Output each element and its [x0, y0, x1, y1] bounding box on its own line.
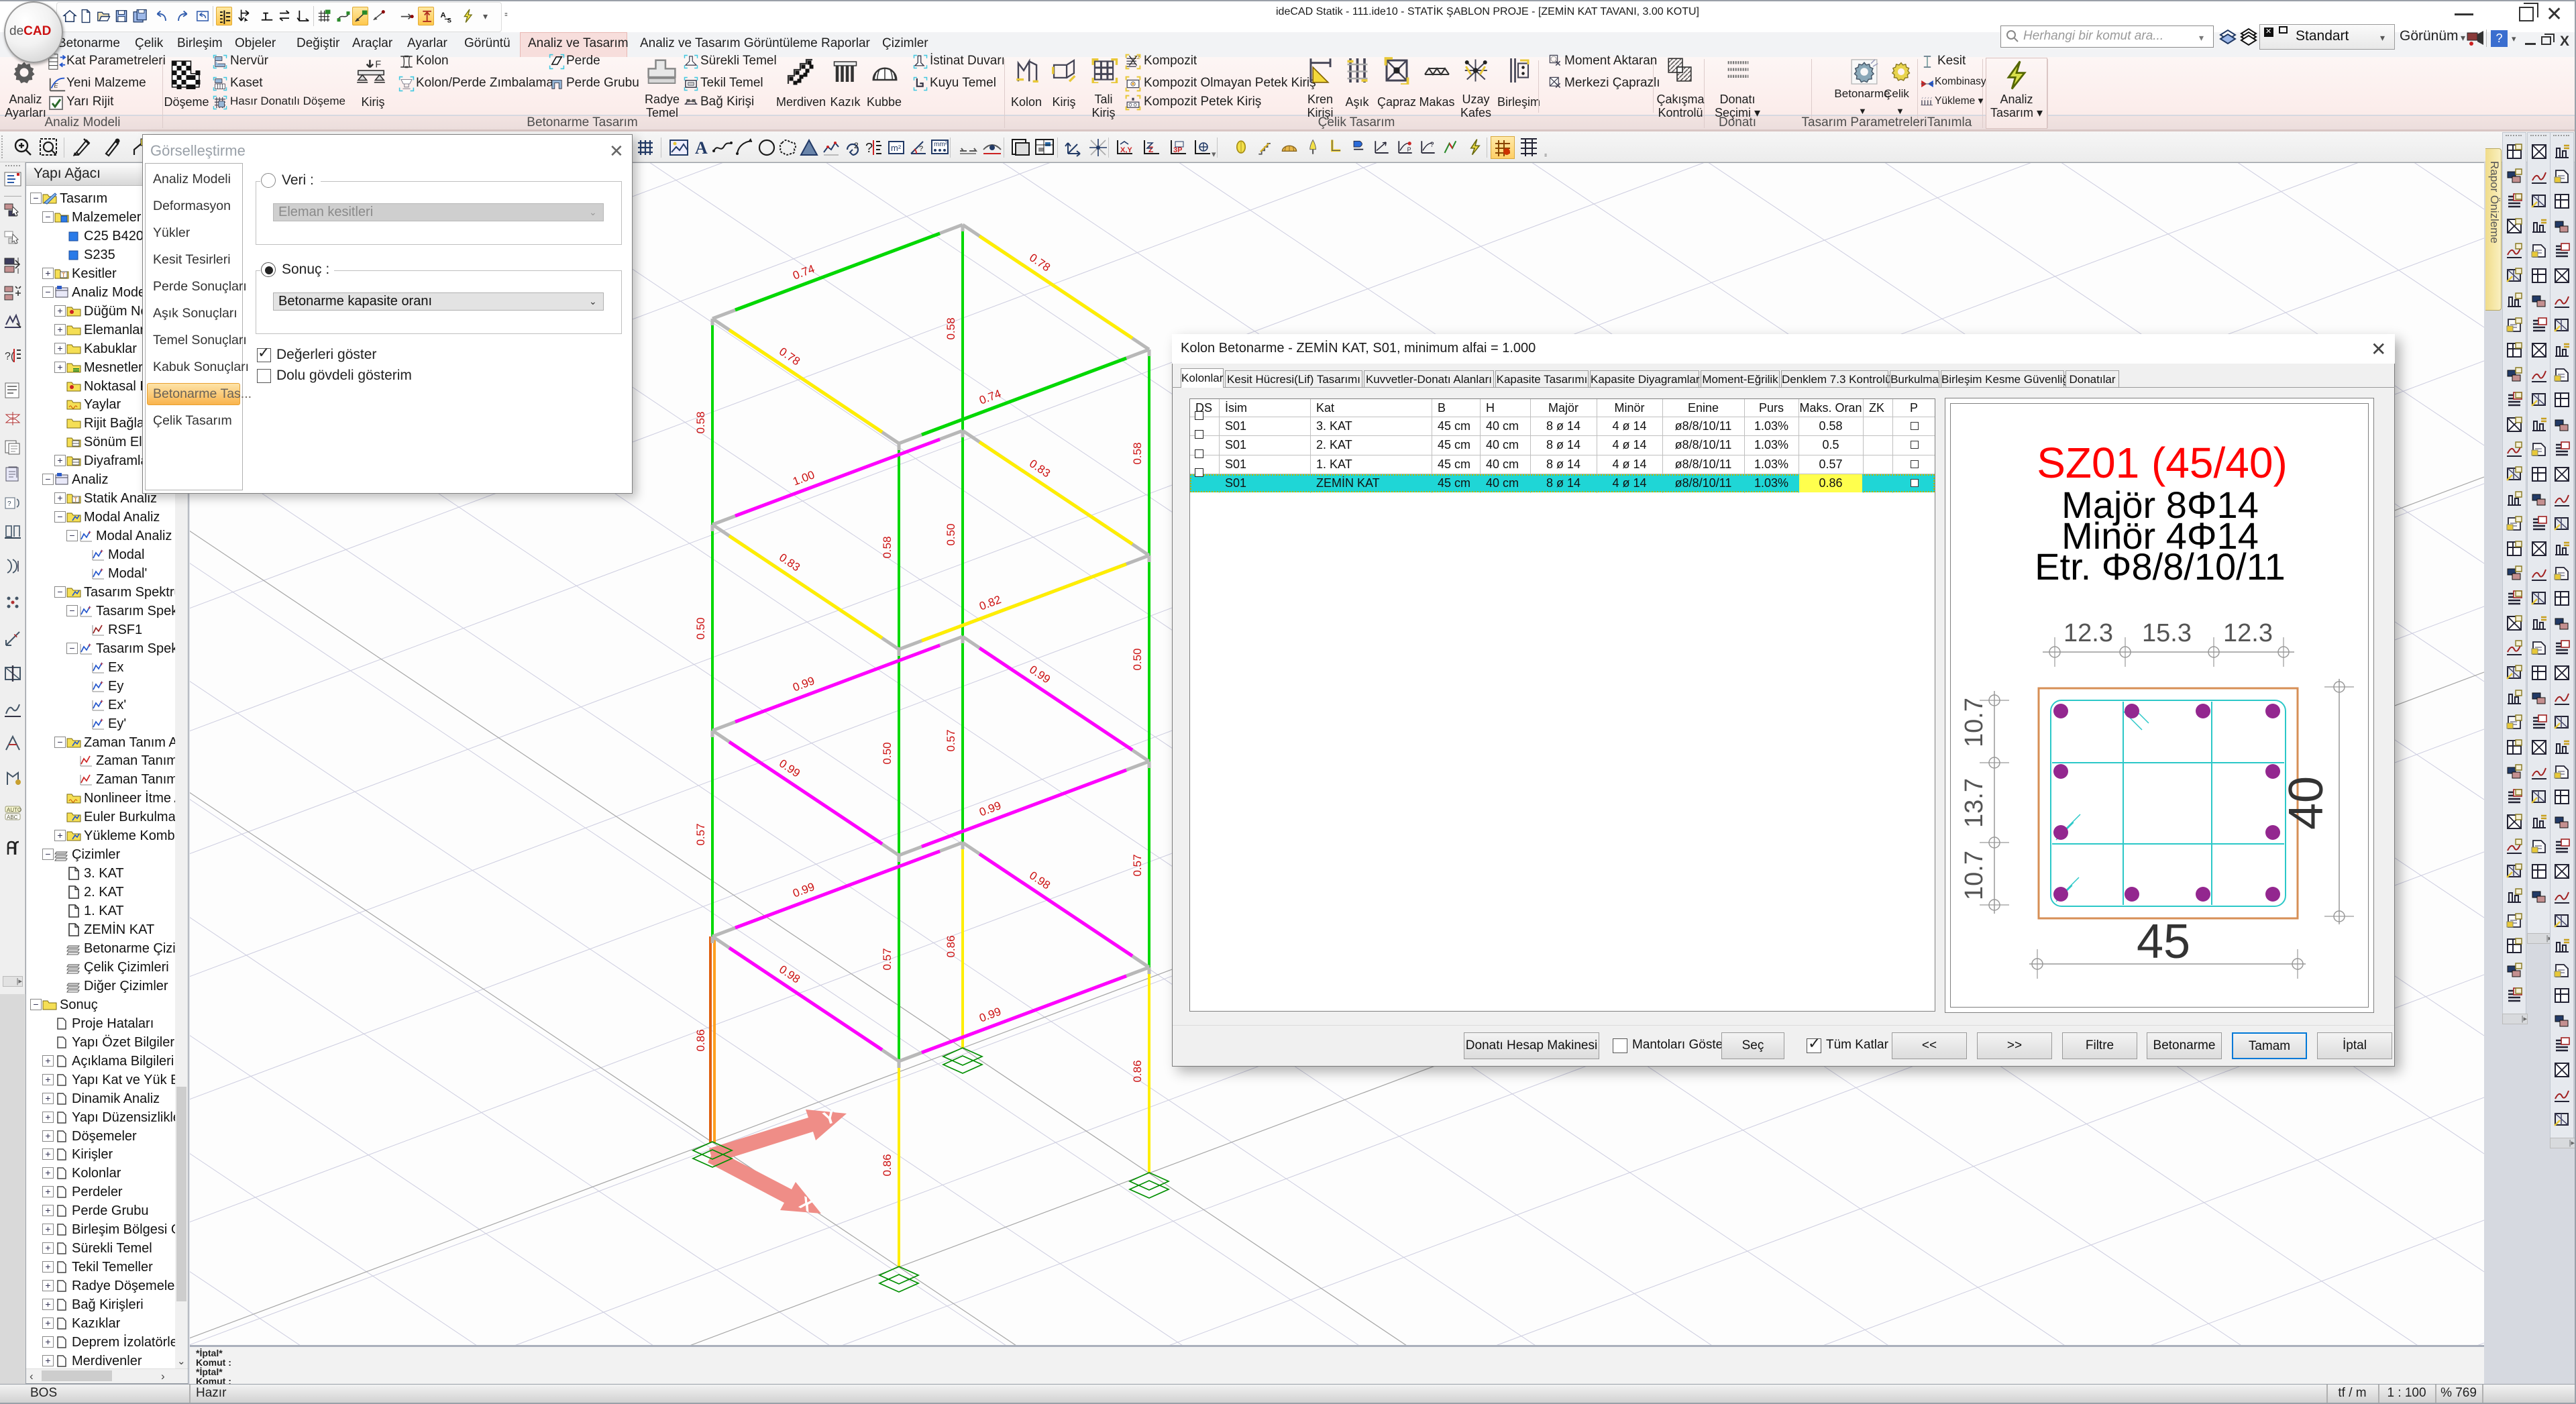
svg-text:m²: m² — [891, 143, 902, 153]
svg-text:+: + — [88, 604, 91, 611]
svg-text:0.86: 0.86 — [694, 1029, 707, 1051]
svg-text:12.3: 12.3 — [2223, 619, 2273, 647]
svg-text:3P: 3P — [1173, 146, 1182, 154]
svg-text:2: 2 — [854, 141, 859, 150]
svg-text:+: + — [88, 529, 91, 536]
svg-text:0.50: 0.50 — [881, 742, 894, 764]
svg-text:0.50: 0.50 — [694, 617, 707, 639]
svg-text:0.57: 0.57 — [945, 729, 957, 751]
svg-text:0.99: 0.99 — [977, 1005, 1003, 1024]
svg-text:0.58: 0.58 — [694, 411, 707, 433]
svg-text:ABC: ABC — [7, 814, 18, 820]
svg-text:0.86: 0.86 — [881, 1154, 894, 1176]
svg-text:+: + — [100, 680, 103, 686]
svg-text:10.7: 10.7 — [1960, 851, 1988, 900]
svg-text:0.50: 0.50 — [1131, 648, 1144, 670]
svg-text:mm²: mm² — [934, 141, 948, 148]
svg-text:+: + — [100, 717, 103, 724]
svg-text:P: P — [1407, 146, 1411, 153]
svg-text:E: E — [54, 83, 58, 89]
svg-text:+: + — [100, 661, 103, 667]
svg-text:0.58: 0.58 — [1131, 442, 1144, 464]
svg-text:S: S — [447, 17, 451, 24]
svg-text:SZ01 (45/40): SZ01 (45/40) — [2037, 439, 2288, 487]
svg-text:?(: ?( — [5, 351, 15, 362]
svg-text:10.7: 10.7 — [1960, 698, 1988, 747]
svg-text:0.74: 0.74 — [977, 387, 1003, 407]
svg-text:?: ? — [1430, 141, 1434, 149]
svg-text:0.74: 0.74 — [791, 262, 816, 282]
svg-text:1.00: 1.00 — [791, 468, 816, 488]
svg-text:F: F — [375, 59, 381, 70]
svg-text:0.82: 0.82 — [977, 593, 1003, 612]
svg-text:0.86: 0.86 — [945, 935, 957, 957]
svg-text:0.58: 0.58 — [945, 317, 957, 339]
svg-text:?: ? — [7, 500, 11, 508]
svg-text:+: + — [100, 698, 103, 705]
svg-text:0.99: 0.99 — [791, 674, 816, 694]
svg-text:0.58: 0.58 — [881, 536, 894, 558]
svg-text:A: A — [441, 11, 446, 19]
svg-text:+: + — [100, 548, 103, 555]
svg-text:0.57: 0.57 — [881, 948, 894, 970]
svg-text:?: ? — [865, 141, 873, 156]
svg-text:40: 40 — [2279, 776, 2333, 830]
svg-text:0.50: 0.50 — [945, 523, 957, 545]
svg-text:+: + — [88, 642, 91, 649]
svg-text:A: A — [695, 138, 708, 158]
svg-text:0.57: 0.57 — [1131, 854, 1144, 876]
svg-text:T: T — [74, 496, 78, 503]
svg-text:X,Y: X,Y — [1120, 146, 1132, 154]
svg-text:45: 45 — [2137, 915, 2190, 969]
svg-text:15.3: 15.3 — [2142, 619, 2192, 647]
svg-text:13.7: 13.7 — [1960, 778, 1988, 828]
svg-text:+: + — [100, 567, 103, 574]
svg-text:AUTO: AUTO — [7, 807, 21, 813]
svg-text:T: T — [62, 272, 66, 278]
svg-text:0.99: 0.99 — [791, 880, 816, 900]
svg-text:Etr. Φ8/8/10/11: Etr. Φ8/8/10/11 — [2035, 545, 2286, 588]
svg-text:0.57: 0.57 — [694, 823, 707, 845]
svg-text:0.86: 0.86 — [1131, 1060, 1144, 1082]
svg-text:?: ? — [919, 145, 923, 153]
svg-text:12.3: 12.3 — [2063, 619, 2113, 647]
